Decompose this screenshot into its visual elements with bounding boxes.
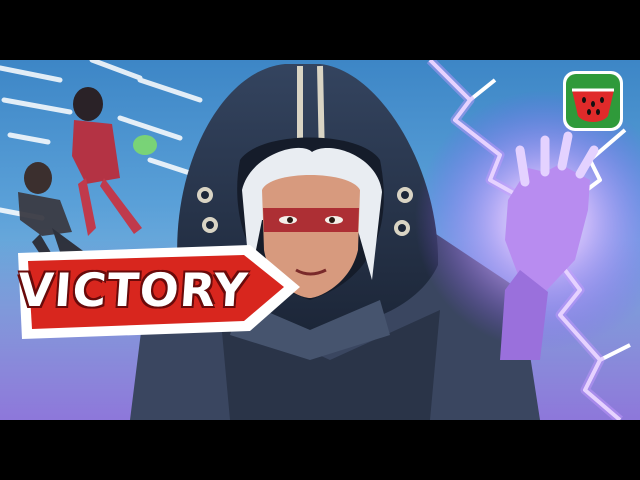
scene-illustration (0, 60, 640, 420)
watermelon-logo-icon (563, 71, 623, 131)
letterbox-top (0, 0, 640, 60)
character-red (72, 87, 157, 236)
victory-banner-text: VICTORY (16, 263, 250, 317)
thumbnail-image: VICTORY (0, 60, 640, 420)
letterbox-bottom (0, 420, 640, 480)
